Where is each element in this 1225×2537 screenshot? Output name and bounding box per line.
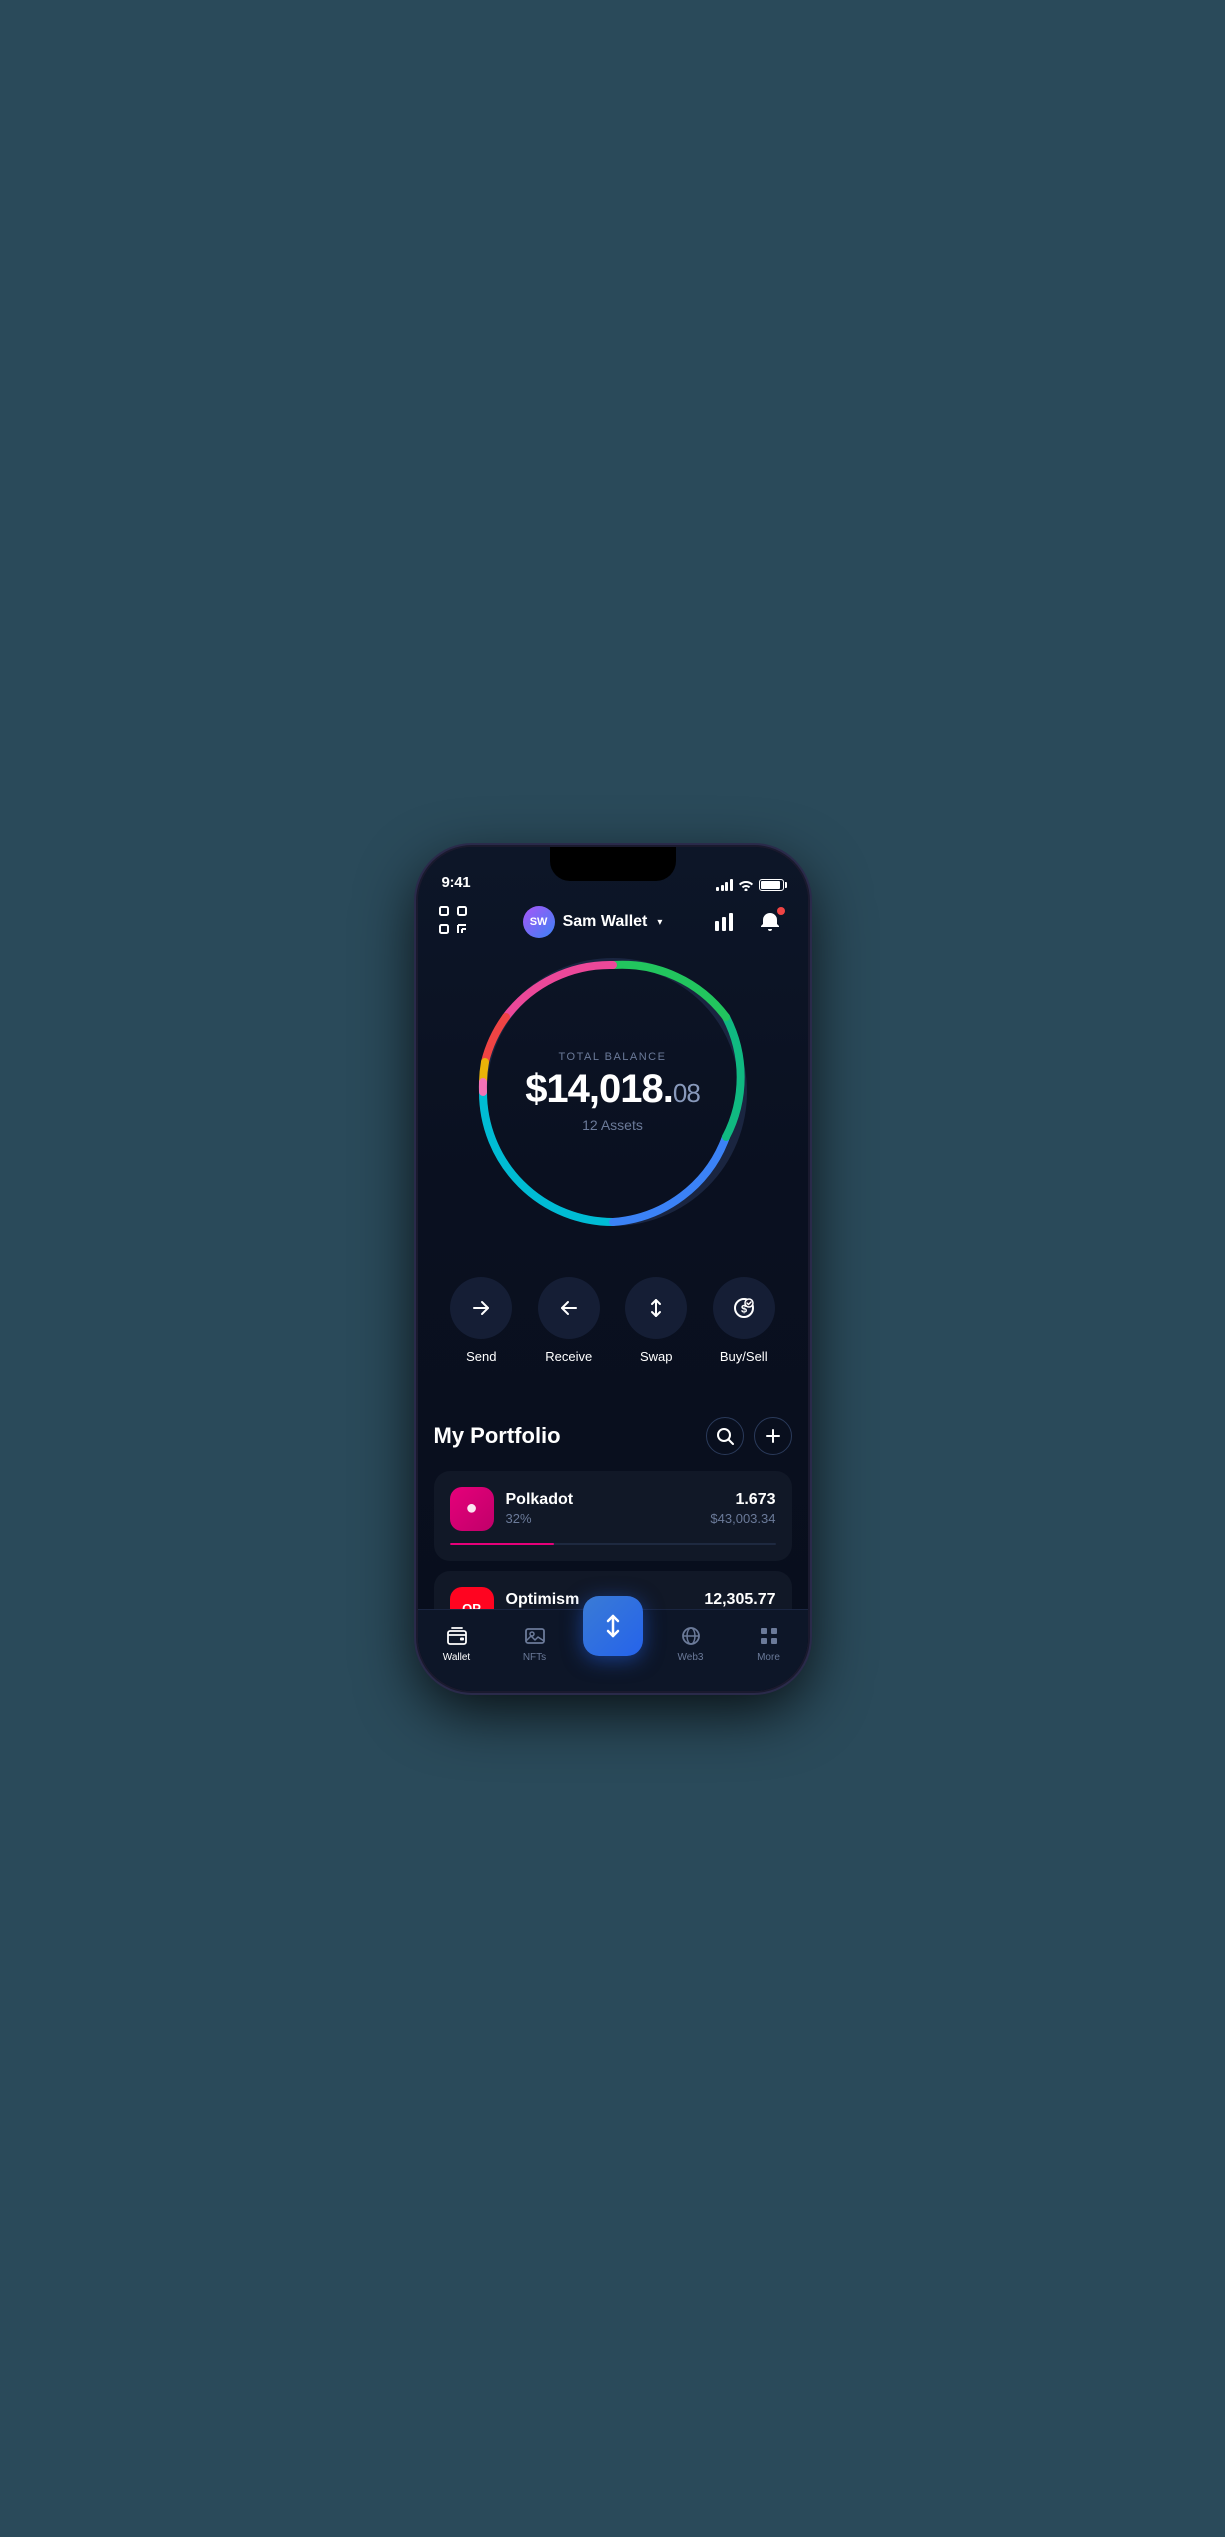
swap-button[interactable]: Swap [625, 1277, 687, 1364]
polkadot-progress-bar [450, 1543, 776, 1545]
swap-icon-circle [625, 1277, 687, 1339]
portfolio-title: My Portfolio [434, 1423, 561, 1449]
receive-icon [558, 1297, 580, 1319]
portfolio-search-button[interactable] [706, 1417, 744, 1455]
swap-label: Swap [640, 1349, 673, 1364]
buysell-label: Buy/Sell [720, 1349, 768, 1364]
nfts-nav-icon [523, 1624, 547, 1648]
more-nav-icon [757, 1624, 781, 1648]
polkadot-logo [450, 1487, 494, 1531]
polkadot-progress-fill [450, 1543, 554, 1545]
status-icons [716, 879, 784, 891]
nav-more[interactable]: More [730, 1620, 808, 1663]
nav-nfts[interactable]: NFTs [496, 1620, 574, 1663]
scan-button[interactable] [438, 905, 478, 940]
chart-button[interactable] [707, 905, 741, 939]
phone-screen: 9:41 [418, 847, 808, 1691]
app-header: SW Sam Wallet ▾ [418, 897, 808, 948]
polkadot-percent: 32% [506, 1511, 699, 1526]
phone-frame: 9:41 [418, 847, 808, 1691]
swap-center-icon [599, 1612, 627, 1640]
balance-label: TOTAL BALANCE [525, 1051, 700, 1063]
swap-icon [645, 1297, 667, 1319]
wifi-icon [738, 879, 754, 891]
send-label: Send [466, 1349, 496, 1364]
asset-row-polkadot: Polkadot 32% 1.673 $43,003.34 [450, 1487, 776, 1531]
buysell-icon: $ [733, 1297, 755, 1319]
buysell-button[interactable]: $ Buy/Sell [713, 1277, 775, 1364]
polkadot-values: 1.673 $43,003.34 [710, 1491, 775, 1526]
send-icon [470, 1297, 492, 1319]
send-icon-circle [450, 1277, 512, 1339]
balance-section: TOTAL BALANCE $14,018.08 12 Assets [468, 947, 758, 1237]
polkadot-name: Polkadot [506, 1491, 699, 1509]
avatar: SW [523, 906, 555, 938]
balance-amount: $14,018.08 [525, 1067, 700, 1111]
portfolio-add-button[interactable] [754, 1417, 792, 1455]
add-icon [764, 1427, 782, 1445]
optimism-amount: 12,305.77 [704, 1591, 775, 1609]
bell-button[interactable] [753, 905, 787, 939]
web3-nav-icon [679, 1624, 703, 1648]
battery-icon [759, 879, 784, 891]
polkadot-info: Polkadot 32% [506, 1491, 699, 1526]
asset-card-polkadot[interactable]: Polkadot 32% 1.673 $43,003.34 [434, 1471, 792, 1561]
receive-label: Receive [545, 1349, 592, 1364]
send-button[interactable]: Send [450, 1277, 512, 1364]
portfolio-header: My Portfolio [434, 1417, 792, 1455]
search-icon [716, 1427, 734, 1445]
portfolio-actions [706, 1417, 792, 1455]
nav-wallet[interactable]: Wallet [418, 1620, 496, 1663]
bottom-nav: Wallet NFTs [418, 1609, 808, 1691]
balance-cents: 08 [673, 1078, 700, 1108]
notification-badge [777, 907, 785, 915]
chevron-down-icon: ▾ [657, 917, 662, 928]
wallet-name: Sam Wallet [563, 913, 648, 931]
buysell-icon-circle: $ [713, 1277, 775, 1339]
swap-center-button[interactable] [583, 1596, 643, 1656]
assets-count: 12 Assets [525, 1117, 700, 1133]
wallet-nav-label: Wallet [443, 1652, 470, 1663]
signal-icon [716, 879, 733, 891]
notch [550, 847, 676, 881]
more-nav-label: More [757, 1652, 780, 1663]
nav-center [574, 1596, 652, 1656]
header-right-actions [707, 905, 787, 939]
balance-whole: $14,018. [525, 1067, 673, 1111]
receive-button[interactable]: Receive [538, 1277, 600, 1364]
polkadot-usd: $43,003.34 [710, 1511, 775, 1526]
balance-content: TOTAL BALANCE $14,018.08 12 Assets [525, 1051, 700, 1133]
wallet-selector[interactable]: SW Sam Wallet ▾ [523, 906, 663, 938]
nav-web3[interactable]: Web3 [652, 1620, 730, 1663]
chart-icon [713, 911, 735, 933]
scan-icon [438, 905, 468, 935]
nfts-nav-label: NFTs [523, 1652, 546, 1663]
balance-circle: TOTAL BALANCE $14,018.08 12 Assets [468, 947, 758, 1237]
polkadot-amount: 1.673 [710, 1491, 775, 1509]
wallet-nav-icon [445, 1624, 469, 1648]
status-time: 9:41 [442, 874, 471, 891]
action-buttons: Send Receive [418, 1277, 808, 1364]
receive-icon-circle [538, 1277, 600, 1339]
web3-nav-label: Web3 [678, 1652, 704, 1663]
